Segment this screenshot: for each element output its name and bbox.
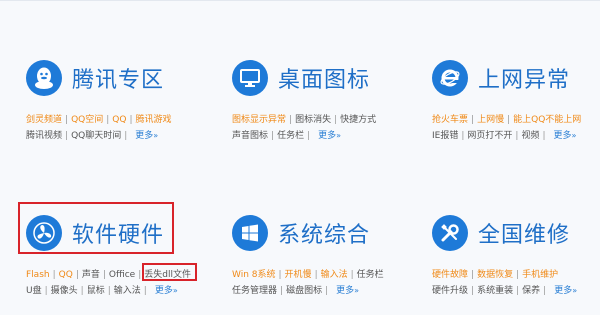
link-hardware-fault[interactable]: 硬件故障: [432, 270, 468, 280]
link-video[interactable]: 视频: [521, 131, 539, 141]
card-system: 系统综合 Win 8系统 | 开机慢 | 输入法 | 任务栏 任务管理器 | 磁盘图标 | 更多»: [232, 213, 412, 298]
link-taskbar[interactable]: 任务栏: [277, 131, 304, 141]
link-tencent-video[interactable]: 腾讯视频: [26, 131, 62, 141]
more-arrow-icon: »: [336, 131, 342, 140]
link-icon-missing[interactable]: 图标消失: [295, 115, 331, 125]
highlight-box-software-hardware: [18, 202, 174, 254]
link-page-not-open[interactable]: 网页打不开: [467, 131, 512, 141]
more-arrow-icon: »: [153, 131, 159, 140]
windows-logo-icon[interactable]: [232, 215, 268, 251]
link-list: 图标显示异常 | 图标消失 | 快捷方式 声音图标 | 任务栏 | 更多»: [232, 113, 412, 143]
link-shortcut[interactable]: 快捷方式: [340, 115, 376, 125]
link-qq-no-web[interactable]: 能上QQ不能上网: [513, 115, 581, 125]
tools-icon[interactable]: [432, 215, 468, 251]
more-link[interactable]: 更多»: [336, 286, 359, 296]
link-ie-error[interactable]: IE报错: [432, 131, 458, 141]
card-title[interactable]: 腾讯专区: [72, 62, 164, 94]
link-row: 任务管理器 | 磁盘图标 | 更多»: [232, 286, 360, 296]
link-sound[interactable]: 声音: [82, 270, 100, 280]
more-link[interactable]: 更多»: [318, 131, 341, 141]
more-link[interactable]: 更多»: [135, 131, 158, 141]
link-office[interactable]: Office: [109, 270, 135, 280]
link-sound-icon[interactable]: 声音图标: [232, 131, 268, 141]
link-mouse[interactable]: 鼠标: [87, 286, 105, 296]
link-system-reinstall[interactable]: 系统重装: [477, 286, 513, 296]
link-list: Win 8系统 | 开机慢 | 输入法 | 任务栏 任务管理器 | 磁盘图标 | 更多»: [232, 268, 412, 298]
more-link[interactable]: 更多»: [554, 286, 577, 296]
link-task-manager[interactable]: 任务管理器: [232, 286, 277, 296]
card-internet: 上网异常 抢火车票 | 上网慢 | 能上QQ不能上网 IE报错 | 网页打不开 | 视频 | 更多»: [432, 58, 600, 143]
link-row: IE报错 | 网页打不开 | 视频 | 更多»: [432, 131, 577, 141]
highlight-box-missing-dll: [142, 263, 197, 281]
link-usb-drive[interactable]: U盘: [26, 286, 42, 296]
link-win8[interactable]: Win 8系统: [232, 270, 276, 280]
link-row: 剑灵频道 | QQ空间 | QQ | 腾讯游戏: [26, 115, 172, 125]
link-slow-boot[interactable]: 开机慢: [285, 270, 312, 280]
link-row: 硬件故障 | 数据恢复 | 手机维护: [432, 270, 559, 280]
link-data-recovery[interactable]: 数据恢复: [477, 270, 513, 280]
more-link[interactable]: 更多»: [554, 131, 577, 141]
link-qq[interactable]: QQ: [59, 270, 73, 280]
link-row: 抢火车票 | 上网慢 | 能上QQ不能上网: [432, 115, 582, 125]
link-list: 抢火车票 | 上网慢 | 能上QQ不能上网 IE报错 | 网页打不开 | 视频 | 更多»: [432, 113, 600, 143]
link-list: 硬件故障 | 数据恢复 | 手机维护 硬件升级 | 系统重装 | 保养 | 更多»: [432, 268, 600, 298]
monitor-icon[interactable]: [232, 60, 268, 96]
qq-penguin-icon[interactable]: [26, 60, 62, 96]
more-arrow-icon: »: [354, 286, 360, 295]
ie-browser-icon[interactable]: [432, 60, 468, 96]
link-row: 图标显示异常 | 图标消失 | 快捷方式: [232, 115, 377, 125]
link-qq[interactable]: QQ: [112, 115, 126, 125]
link-taskbar[interactable]: 任务栏: [357, 270, 384, 280]
link-qq-chat-time[interactable]: QQ聊天时间: [71, 131, 121, 141]
card-title[interactable]: 桌面图标: [278, 62, 370, 94]
link-list: 剑灵频道 | QQ空间 | QQ | 腾讯游戏 腾讯视频 | QQ聊天时间 | 更多»: [26, 113, 206, 143]
link-camera[interactable]: 摄像头: [51, 286, 78, 296]
link-hardware-upgrade[interactable]: 硬件升级: [432, 286, 468, 296]
card-title[interactable]: 系统综合: [278, 217, 370, 249]
link-phone-maintenance[interactable]: 手机维护: [522, 270, 558, 280]
card-title[interactable]: 上网异常: [478, 62, 570, 94]
link-input-method[interactable]: 输入法: [321, 270, 348, 280]
help-center-panel: 腾讯专区 剑灵频道 | QQ空间 | QQ | 腾讯游戏 腾讯视频 | QQ聊天时间 | 更多» 桌…: [0, 0, 600, 315]
link-jianling[interactable]: 剑灵频道: [26, 115, 62, 125]
link-row: 腾讯视频 | QQ聊天时间 | 更多»: [26, 131, 159, 141]
link-slow-internet[interactable]: 上网慢: [477, 115, 504, 125]
link-icon-display-error[interactable]: 图标显示异常: [232, 115, 286, 125]
card-repair: 全国维修 硬件故障 | 数据恢复 | 手机维护 硬件升级 | 系统重装 | 保养 | 更多»: [432, 213, 600, 298]
link-input-method[interactable]: 输入法: [114, 286, 141, 296]
link-train-tickets[interactable]: 抢火车票: [432, 115, 468, 125]
link-row: Win 8系统 | 开机慢 | 输入法 | 任务栏: [232, 270, 384, 280]
link-flash[interactable]: Flash: [26, 270, 50, 280]
link-qzone[interactable]: QQ空间: [71, 115, 103, 125]
link-disk-icon[interactable]: 磁盘图标: [286, 286, 322, 296]
card-desktop: 桌面图标 图标显示异常 | 图标消失 | 快捷方式 声音图标 | 任务栏 | 更多»: [232, 58, 412, 143]
link-row: 硬件升级 | 系统重装 | 保养 | 更多»: [432, 286, 578, 296]
link-tencent-games[interactable]: 腾讯游戏: [136, 115, 172, 125]
more-arrow-icon: »: [571, 131, 577, 140]
card-title[interactable]: 全国维修: [478, 217, 570, 249]
card-tencent: 腾讯专区 剑灵频道 | QQ空间 | QQ | 腾讯游戏 腾讯视频 | QQ聊天时间 | 更多»: [26, 58, 206, 143]
more-arrow-icon: »: [572, 286, 578, 295]
link-maintenance[interactable]: 保养: [522, 286, 540, 296]
more-link[interactable]: 更多»: [155, 286, 178, 296]
link-row: U盘 | 摄像头 | 鼠标 | 输入法 | 更多»: [26, 286, 178, 296]
link-row: 声音图标 | 任务栏 | 更多»: [232, 131, 342, 141]
more-arrow-icon: »: [172, 286, 178, 295]
